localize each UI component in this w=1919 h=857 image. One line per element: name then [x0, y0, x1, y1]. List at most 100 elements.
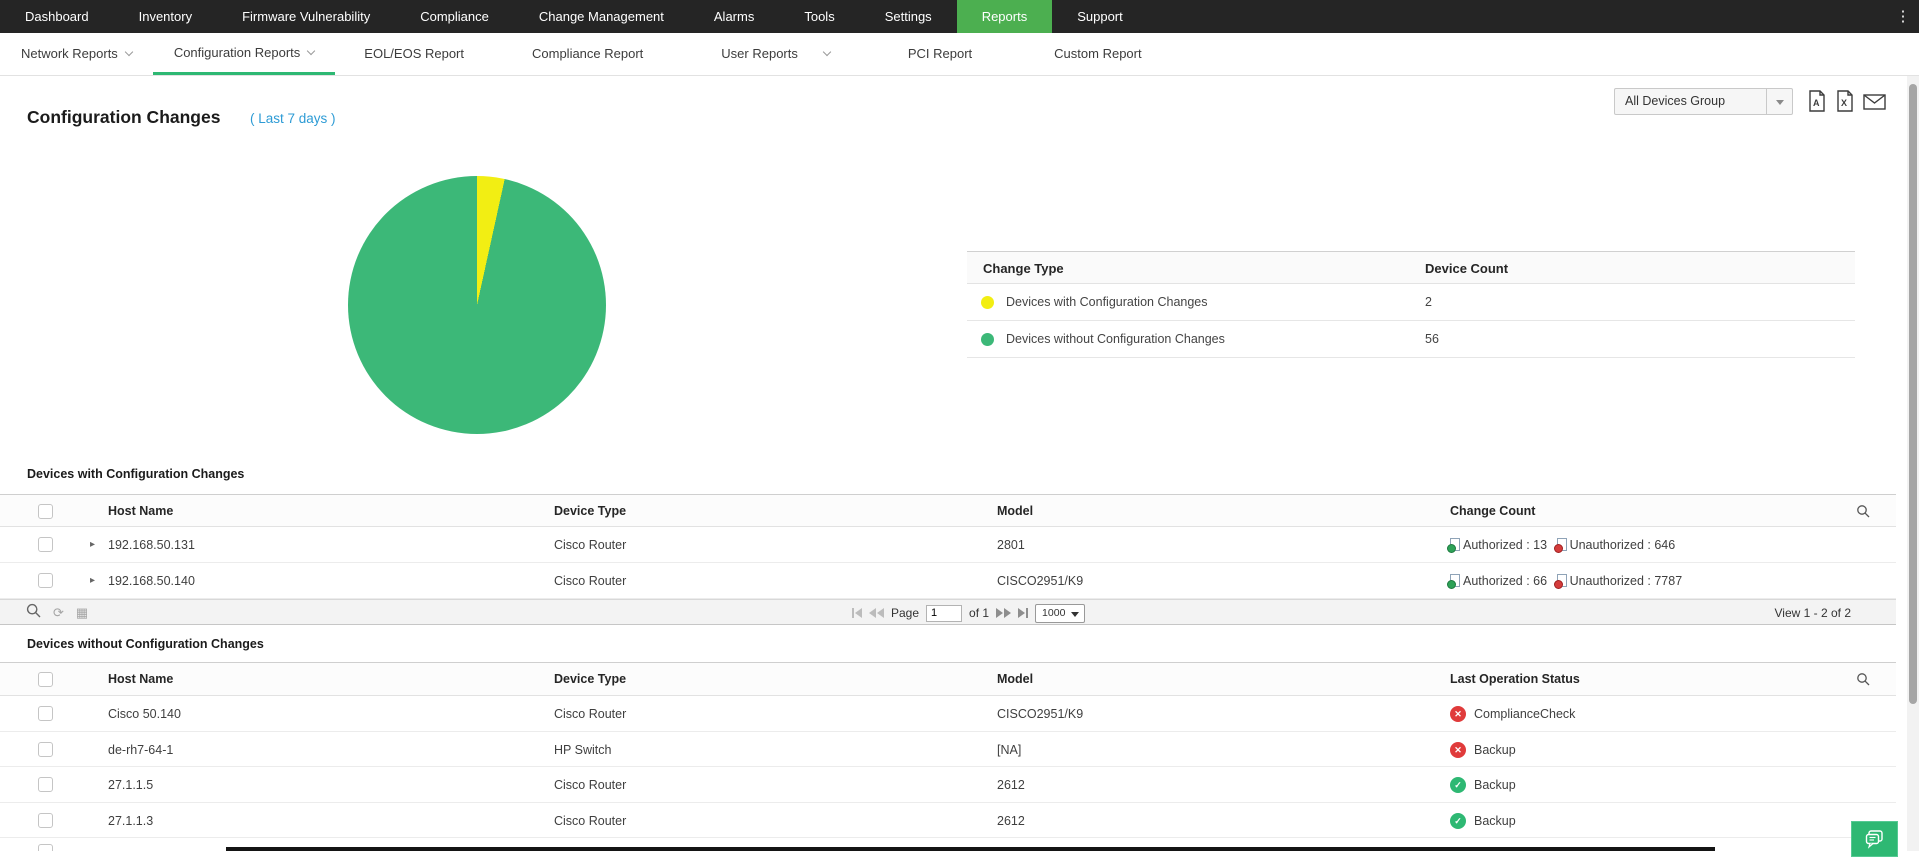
- select-all-checkbox[interactable]: [38, 504, 53, 519]
- authorized-count: Authorized : 13: [1463, 538, 1548, 552]
- tab-label: Compliance Report: [532, 46, 644, 61]
- row-checkbox[interactable]: [38, 573, 53, 588]
- table-row[interactable]: ▸ 192.168.50.140 Cisco Router CISCO2951/…: [0, 563, 1896, 599]
- vertical-scrollbar-thumb[interactable]: [1909, 84, 1917, 704]
- row-checkbox[interactable]: [38, 844, 53, 851]
- col-change-count: Change Count: [1450, 504, 1536, 518]
- export-email-icon[interactable]: [1862, 89, 1886, 114]
- host-name-cell: de-rh7-64-1: [108, 743, 174, 757]
- refresh-icon[interactable]: ⟳: [53, 605, 64, 621]
- nav-change-management[interactable]: Change Management: [514, 0, 689, 33]
- table1-header-row: Host Name Device Type Model Change Count: [0, 494, 1896, 527]
- tab-eol-eos-report[interactable]: EOL/EOS Report: [343, 33, 485, 75]
- next-page-button[interactable]: [996, 608, 1012, 618]
- tab-label: PCI Report: [907, 46, 973, 61]
- row-checkbox[interactable]: [38, 706, 53, 721]
- status-success-icon: ✓: [1450, 777, 1466, 793]
- unauthorized-count: Unauthorized : 646: [1569, 538, 1676, 552]
- page-number-input[interactable]: [926, 604, 963, 622]
- section-title-without-changes: Devices without Configuration Changes: [27, 637, 264, 651]
- host-name-cell: Cisco 50.140: [108, 707, 181, 721]
- model-cell: CISCO2951/K9: [997, 707, 1084, 721]
- device-type-cell: Cisco Router: [554, 778, 627, 792]
- device-type-cell: Cisco Router: [554, 574, 627, 588]
- nav-inventory[interactable]: Inventory: [114, 0, 217, 33]
- tab-network-reports[interactable]: Network Reports: [0, 33, 153, 75]
- legend-label: Devices without Configuration Changes: [1006, 332, 1225, 346]
- table-view-icon[interactable]: ▦: [76, 605, 88, 621]
- legend-header-row: Change Type Device Count: [967, 251, 1855, 284]
- nav-firmware-vulnerability[interactable]: Firmware Vulnerability: [217, 0, 395, 33]
- device-group-dropdown[interactable]: All Devices Group: [1614, 88, 1793, 115]
- tab-custom-report[interactable]: Custom Report: [1033, 33, 1162, 75]
- nav-compliance[interactable]: Compliance: [395, 0, 514, 33]
- table1-pagination-bar: ⟳ ▦ Page of 1 1000 View 1 - 2 of 2: [0, 599, 1896, 625]
- row-checkbox[interactable]: [38, 537, 53, 552]
- export-excel-icon[interactable]: X: [1834, 89, 1858, 114]
- tab-compliance-report[interactable]: Compliance Report: [511, 33, 664, 75]
- report-period-link[interactable]: ( Last 7 days ): [250, 111, 336, 126]
- legend-count: 2: [1425, 295, 1432, 309]
- first-page-button[interactable]: [852, 608, 862, 618]
- row-checkbox[interactable]: [38, 742, 53, 757]
- last-operation-status-cell: ComplianceCheck: [1474, 707, 1576, 721]
- nav-tools[interactable]: Tools: [779, 0, 859, 33]
- expand-row-icon[interactable]: ▸: [90, 563, 95, 599]
- last-page-button[interactable]: [1018, 608, 1029, 618]
- table-row[interactable]: 27.1.1.3 Cisco Router 2612 ✓ Backup: [0, 803, 1896, 838]
- tab-label: Custom Report: [1054, 46, 1142, 61]
- top-navigation: Dashboard Inventory Firmware Vulnerabili…: [0, 0, 1919, 33]
- row-checkbox[interactable]: [38, 777, 53, 792]
- host-name-cell: 27.1.1.5: [108, 778, 154, 792]
- page-size-dropdown[interactable]: 1000: [1035, 603, 1086, 623]
- table-row[interactable]: 27.1.1.5 Cisco Router 2612 ✓ Backup: [0, 767, 1896, 803]
- expand-row-icon[interactable]: ▸: [90, 527, 95, 563]
- triangle-down-icon: [1776, 100, 1784, 105]
- host-name-cell: 27.1.1.3: [108, 814, 154, 828]
- select-all-checkbox[interactable]: [38, 672, 53, 687]
- previous-page-button[interactable]: [869, 608, 884, 618]
- search-icon[interactable]: [1856, 504, 1870, 523]
- model-cell: CISCO2951/K9: [997, 574, 1084, 588]
- export-pdf-icon[interactable]: A: [1806, 89, 1830, 114]
- device-type-cell: HP Switch: [554, 743, 612, 757]
- nav-settings[interactable]: Settings: [860, 0, 957, 33]
- tab-configuration-reports[interactable]: Configuration Reports: [152, 33, 336, 75]
- section-title-with-changes: Devices with Configuration Changes: [27, 467, 245, 481]
- tab-user-reports[interactable]: User Reports: [700, 33, 851, 75]
- tab-label: User Reports: [721, 46, 798, 61]
- col-model: Model: [997, 504, 1034, 518]
- nav-dashboard[interactable]: Dashboard: [0, 0, 114, 33]
- table-search-icon[interactable]: [26, 603, 41, 623]
- live-chat-button[interactable]: [1851, 821, 1898, 857]
- chart-legend-table: Change Type Device Count Devices with Co…: [967, 251, 1855, 358]
- bottom-edge-strip: [226, 847, 1715, 851]
- tab-label: EOL/EOS Report: [364, 46, 464, 61]
- table-row[interactable]: de-rh7-64-1 HP Switch [NA] ✕ Backup: [0, 732, 1896, 767]
- authorized-doc-icon: [1447, 538, 1460, 553]
- table-row[interactable]: Cisco 50.140 Cisco Router CISCO2951/K9 ✕…: [0, 696, 1896, 732]
- chevron-down-icon: [822, 47, 832, 57]
- row-checkbox[interactable]: [38, 813, 53, 828]
- nav-support[interactable]: Support: [1052, 0, 1148, 33]
- col-model: Model: [997, 672, 1034, 686]
- svg-text:X: X: [1841, 98, 1847, 108]
- last-operation-status-cell: Backup: [1474, 814, 1516, 828]
- page-of-label: of 1: [969, 606, 990, 620]
- tab-pci-report[interactable]: PCI Report: [887, 33, 993, 75]
- search-icon[interactable]: [1856, 672, 1870, 691]
- legend-label: Devices with Configuration Changes: [1006, 295, 1208, 309]
- device-type-cell: Cisco Router: [554, 707, 627, 721]
- device-group-value: All Devices Group: [1625, 94, 1726, 108]
- nav-alarms[interactable]: Alarms: [689, 0, 779, 33]
- model-cell: 2612: [997, 814, 1025, 828]
- table-row[interactable]: ▸ 192.168.50.131 Cisco Router 2801 Autho…: [0, 527, 1896, 563]
- dropdown-arrow[interactable]: [1766, 89, 1792, 114]
- table2-header-row: Host Name Device Type Model Last Operati…: [0, 662, 1896, 696]
- col-host-name: Host Name: [108, 504, 174, 518]
- pie-chart: [348, 176, 606, 434]
- nav-reports[interactable]: Reports: [956, 0, 1053, 33]
- kebab-menu-icon[interactable]: ⋮: [1895, 0, 1911, 33]
- reports-sub-navigation: Network Reports Configuration Reports EO…: [0, 33, 1919, 76]
- unauthorized-doc-icon: [1553, 538, 1567, 553]
